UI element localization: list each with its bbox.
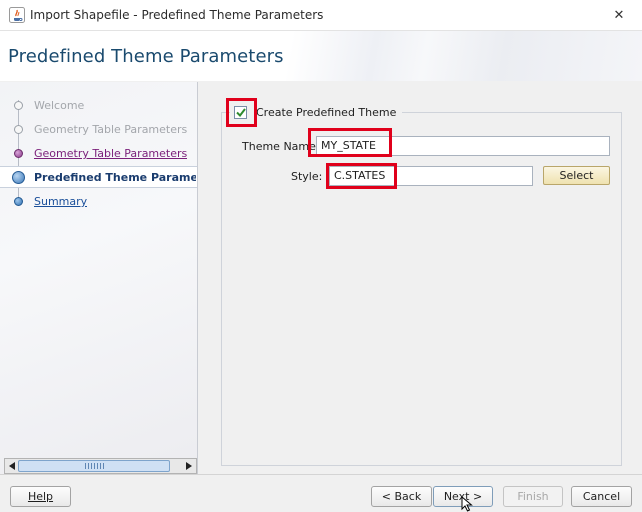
current-step-icon: [12, 171, 25, 184]
theme-name-label: Theme Name:: [242, 140, 320, 153]
step-welcome: Welcome: [0, 95, 197, 117]
page-title: Predefined Theme Parameters: [8, 46, 284, 67]
theme-name-input[interactable]: MY_STATE: [316, 136, 610, 156]
create-theme-checkbox[interactable]: [234, 105, 247, 119]
wizard-steps-panel: Welcome Geometry Table Parameters Geomet…: [0, 82, 198, 474]
cancel-button[interactable]: Cancel: [571, 486, 632, 507]
java-app-icon: [9, 7, 25, 23]
mouse-pointer-icon: [461, 496, 473, 512]
back-button[interactable]: < Back: [371, 486, 432, 507]
step-label: Predefined Theme Parameters: [34, 171, 196, 184]
style-label: Style:: [291, 170, 323, 183]
step-predefined-theme: Predefined Theme Parameters: [0, 166, 197, 188]
scroll-left-button[interactable]: [5, 459, 19, 473]
step-summary[interactable]: Summary: [0, 191, 197, 213]
close-icon: ✕: [613, 7, 625, 23]
scroll-right-button[interactable]: [182, 459, 196, 473]
create-theme-label: Create Predefined Theme: [256, 105, 397, 119]
window-title: Import Shapefile - Predefined Theme Para…: [30, 8, 324, 22]
step-indicator-icon: [14, 101, 23, 110]
step-indicator-icon: [14, 197, 23, 206]
checkmark-icon: [235, 107, 246, 117]
step-indicator-icon: [14, 149, 23, 158]
step-indicator-icon: [14, 125, 23, 134]
triangle-left-icon: [9, 462, 15, 470]
step-label: Geometry Table Parameters: [34, 123, 188, 136]
step-geometry-table-2[interactable]: Geometry Table Parameters: [0, 143, 197, 165]
cancel-button-label: Cancel: [582, 490, 621, 503]
step-label[interactable]: Summary: [34, 195, 87, 208]
step-label: Welcome: [34, 99, 85, 112]
finish-button: Finish: [503, 486, 563, 507]
select-style-button[interactable]: Select: [543, 166, 610, 185]
scrollbar-thumb[interactable]: [18, 460, 170, 472]
grip-icon: [85, 463, 105, 469]
create-theme-checkbox-row[interactable]: Create Predefined Theme: [230, 104, 403, 120]
title-bar: Import Shapefile - Predefined Theme Para…: [0, 0, 642, 31]
steps-horizontal-scrollbar[interactable]: [4, 458, 197, 474]
step-label[interactable]: Geometry Table Parameters: [34, 147, 187, 160]
step-geometry-table-1: Geometry Table Parameters: [0, 119, 197, 141]
style-input[interactable]: C.STATES: [329, 166, 533, 186]
back-button-label: < Back: [381, 490, 422, 503]
help-button-label: Help: [27, 490, 54, 503]
finish-button-label: Finish: [517, 490, 549, 503]
close-window-button[interactable]: ✕: [596, 0, 642, 30]
button-bar: Help < Back Next > Finish Cancel: [0, 474, 642, 512]
help-button[interactable]: Help: [10, 486, 71, 507]
triangle-right-icon: [186, 462, 192, 470]
